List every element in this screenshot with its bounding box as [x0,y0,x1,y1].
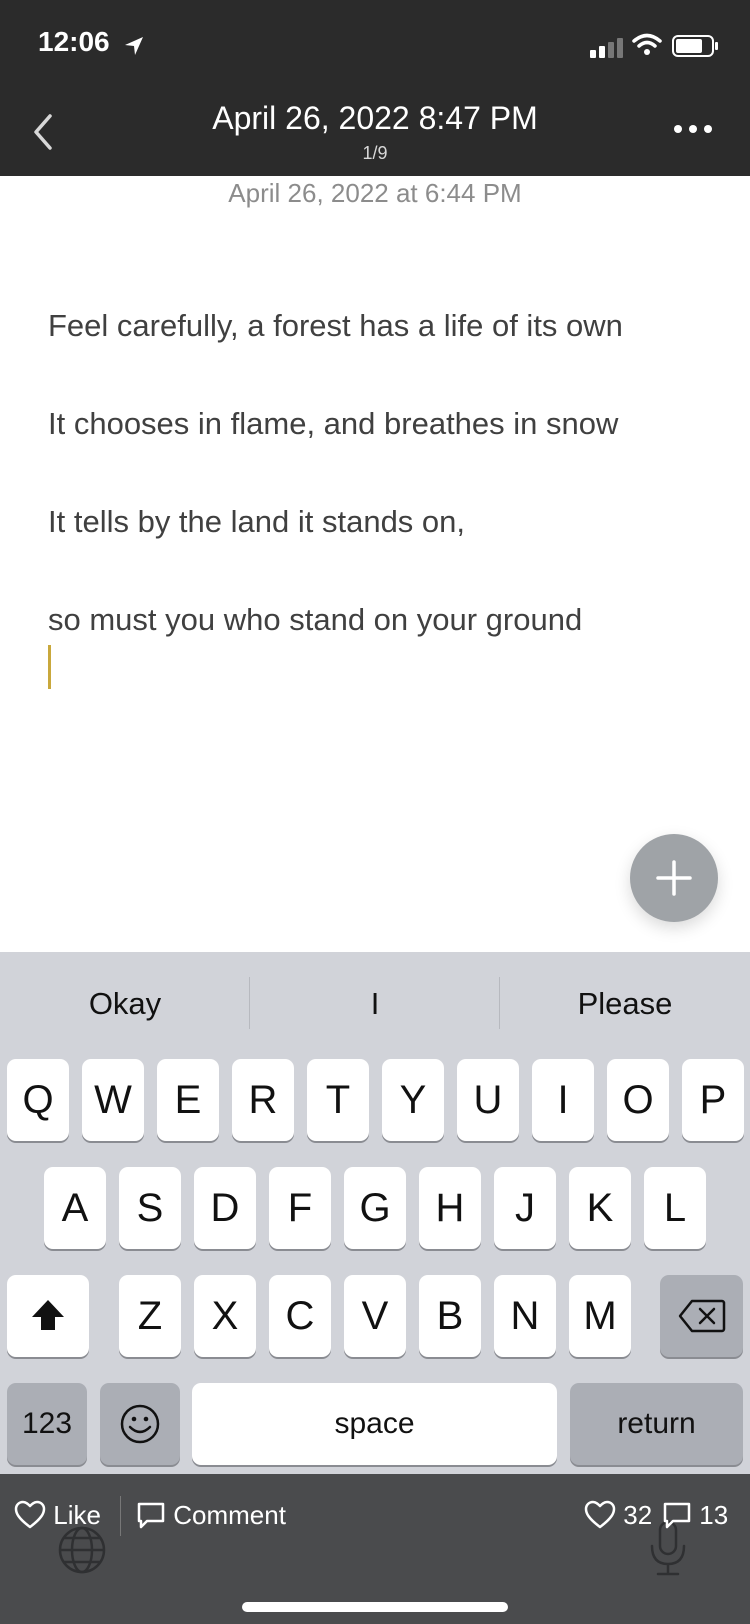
page-title: April 26, 2022 8:47 PM [212,100,538,136]
battery-icon [672,35,718,57]
numbers-key[interactable]: 123 [7,1383,87,1465]
key-o[interactable]: O [607,1059,669,1141]
heart-icon [14,1500,46,1529]
key-u[interactable]: U [457,1059,519,1141]
add-button[interactable] [630,834,718,922]
note-line: It chooses in flame, and breathes in sno… [48,406,619,441]
key-d[interactable]: D [194,1167,256,1249]
key-v[interactable]: V [344,1275,406,1357]
key-m[interactable]: M [569,1275,631,1357]
key-y[interactable]: Y [382,1059,444,1141]
note-line: Feel carefully, a forest has a life of i… [48,308,623,343]
key-p[interactable]: P [682,1059,744,1141]
backspace-icon [678,1299,725,1333]
emoji-icon [120,1404,160,1444]
comment-label: Comment [173,1500,286,1530]
suggestion-okay[interactable]: Okay [0,952,250,1056]
status-time: 12:06 [38,26,110,57]
bottom-action-bar: Like Comment 32 13 [0,1474,750,1624]
emoji-key[interactable] [100,1383,180,1465]
comment-button[interactable]: Comment [136,1500,286,1531]
text-cursor [48,645,51,689]
comment-icon [663,1502,691,1529]
key-q[interactable]: Q [7,1059,69,1141]
shift-arrow-icon [32,1300,64,1330]
key-t[interactable]: T [307,1059,369,1141]
space-key[interactable]: space [192,1383,557,1465]
key-g[interactable]: G [344,1167,406,1249]
cellular-signal-icon [590,38,623,58]
key-s[interactable]: S [119,1167,181,1249]
backspace-key[interactable] [660,1275,743,1357]
location-arrow-icon [125,37,143,55]
key-h[interactable]: H [419,1167,481,1249]
heart-icon [584,1500,616,1529]
suggestion-please[interactable]: Please [500,952,750,1056]
key-c[interactable]: C [269,1275,331,1357]
like-label: Like [53,1500,101,1530]
suggestion-i[interactable]: I [250,952,500,1056]
plus-icon [656,860,692,896]
note-timestamp: April 26, 2022 at 6:44 PM [228,178,522,208]
shift-key[interactable] [7,1275,89,1357]
key-f[interactable]: F [269,1167,331,1249]
like-button[interactable]: Like [14,1500,101,1531]
comments-count: 13 [662,1500,728,1531]
note-line: so must you who stand on your ground [48,602,583,637]
key-x[interactable]: X [194,1275,256,1357]
note-line: It tells by the land it stands on, [48,504,466,539]
key-l[interactable]: L [644,1167,706,1249]
globe-icon[interactable] [56,1524,108,1576]
key-a[interactable]: A [44,1167,106,1249]
key-r[interactable]: R [232,1059,294,1141]
likes-count-value: 32 [623,1500,653,1530]
more-options-icon[interactable] [672,122,714,136]
likes-count: 32 [584,1500,652,1531]
home-indicator [242,1602,508,1612]
key-w[interactable]: W [82,1059,144,1141]
keyboard: Okay I Please Q W E R T Y U I O P A S D … [0,952,750,1474]
key-j[interactable]: J [494,1167,556,1249]
return-key[interactable]: return [570,1383,743,1465]
key-z[interactable]: Z [119,1275,181,1357]
comment-icon [137,1502,165,1529]
key-k[interactable]: K [569,1167,631,1249]
divider [120,1496,121,1536]
page-counter: 1/9 [362,143,388,163]
key-n[interactable]: N [494,1275,556,1357]
wifi-icon [632,33,662,55]
key-b[interactable]: B [419,1275,481,1357]
comments-count-value: 13 [699,1500,729,1530]
key-e[interactable]: E [157,1059,219,1141]
key-i[interactable]: I [532,1059,594,1141]
note-body[interactable]: Feel carefully, a forest has a life of i… [48,306,728,698]
top-bar: 12:06 April 26, 2022 8:47 PM 1/9 [0,0,750,176]
